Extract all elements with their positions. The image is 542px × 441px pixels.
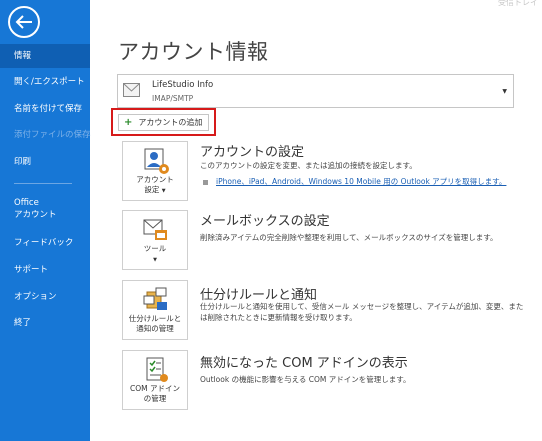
manage-rules-tile[interactable]: 仕分けルールと 通知の管理 <box>122 280 188 340</box>
account-name: LifeStudio Info <box>152 80 214 90</box>
sidebar-item-options[interactable]: オプション <box>0 290 57 302</box>
com-addins-icon <box>146 357 168 382</box>
bullet-icon <box>203 179 208 185</box>
tile-label: 仕分けルールと <box>128 314 182 323</box>
tile-label: 設定 ▼ <box>123 185 187 196</box>
tile-label: 通知の管理 <box>136 324 174 333</box>
sidebar-item-open-export[interactable]: 開く/エクスポート <box>0 70 85 94</box>
rules-icon <box>143 287 167 310</box>
caret-down-icon: ▼ <box>153 257 157 263</box>
section-title-account-settings: アカウントの設定 <box>200 145 305 160</box>
section-desc: 削除済みアイテムの完全削除や整理を利用して、メールボックスのサイズを管理します。 <box>200 233 498 242</box>
section-title-com-addins: 無効になった COM アドインの表示 <box>200 356 408 371</box>
tools-icon <box>143 219 167 240</box>
tile-label: COM アドイン <box>130 384 180 393</box>
account-settings-icon <box>144 148 169 174</box>
tile-label: の管理 <box>143 394 167 403</box>
section-desc: 仕分けルールと通知を使用して、受信メール メッセージを整理し、アイテムが追加、変… <box>200 302 524 311</box>
backstage-sidebar: 情報 開く/エクスポート 名前を付けて保存 添付ファイルの保存 印刷 Offic… <box>0 0 91 441</box>
top-right-caption: 受信トレイ <box>498 0 538 7</box>
account-type: IMAP/SMTP <box>152 94 194 103</box>
section-desc: このアカウントの設定を変更、または追加の接続を設定します。 <box>200 161 417 170</box>
sidebar-item-save-as[interactable]: 名前を付けて保存 <box>0 97 82 121</box>
tile-label-line2: 設定 <box>144 185 160 194</box>
mail-account-icon <box>123 83 140 97</box>
manage-com-addins-tile[interactable]: COM アドイン の管理 <box>122 350 188 410</box>
sidebar-item-account-label: アカウント <box>14 210 57 220</box>
tile-label: ツール <box>143 244 167 253</box>
sidebar-item-print[interactable]: 印刷 <box>0 150 31 174</box>
plus-icon: + <box>124 117 133 128</box>
sidebar-divider <box>14 183 72 184</box>
chevron-down-icon: ▼ <box>502 88 507 95</box>
sidebar-item-feedback[interactable]: フィードバック <box>0 236 73 248</box>
tools-tile[interactable]: ツール ▼ <box>122 210 188 270</box>
add-account-highlight: + アカウントの追加 <box>111 108 216 136</box>
caret-down-icon: ▼ <box>161 188 166 194</box>
sidebar-item-exit[interactable]: 終了 <box>0 316 31 328</box>
tile-label: アカウント <box>136 175 174 184</box>
link-text: iPhone、iPad、Android、Windows 10 Mobile 用の… <box>216 177 507 186</box>
page-title: アカウント情報 <box>118 40 269 64</box>
sidebar-item-support[interactable]: サポート <box>0 263 48 275</box>
account-selector[interactable]: LifeStudio Info IMAP/SMTP ▼ <box>117 74 514 108</box>
back-arrow-icon <box>15 15 32 29</box>
section-desc: Outlook の機能に影響を与える COM アドインを管理します。 <box>200 375 411 384</box>
add-account-label: アカウントの追加 <box>138 118 203 127</box>
sidebar-item-office-account[interactable]: Office アカウント <box>0 198 90 224</box>
add-account-button[interactable]: + アカウントの追加 <box>118 114 209 131</box>
section-title-mailbox-settings: メールボックスの設定 <box>200 214 330 229</box>
get-outlook-app-link[interactable]: iPhone、iPad、Android、Windows 10 Mobile 用の… <box>203 176 506 187</box>
sidebar-item-save-attachments: 添付ファイルの保存 <box>14 130 91 140</box>
section-desc: は削除されたときに更新情報を受け取ります。 <box>200 313 357 322</box>
back-button[interactable] <box>8 6 40 38</box>
sidebar-item-info[interactable]: 情報 <box>0 44 90 68</box>
account-settings-tile[interactable]: アカウント 設定 ▼ <box>122 141 188 201</box>
sidebar-item-office-label: Office <box>14 198 39 208</box>
